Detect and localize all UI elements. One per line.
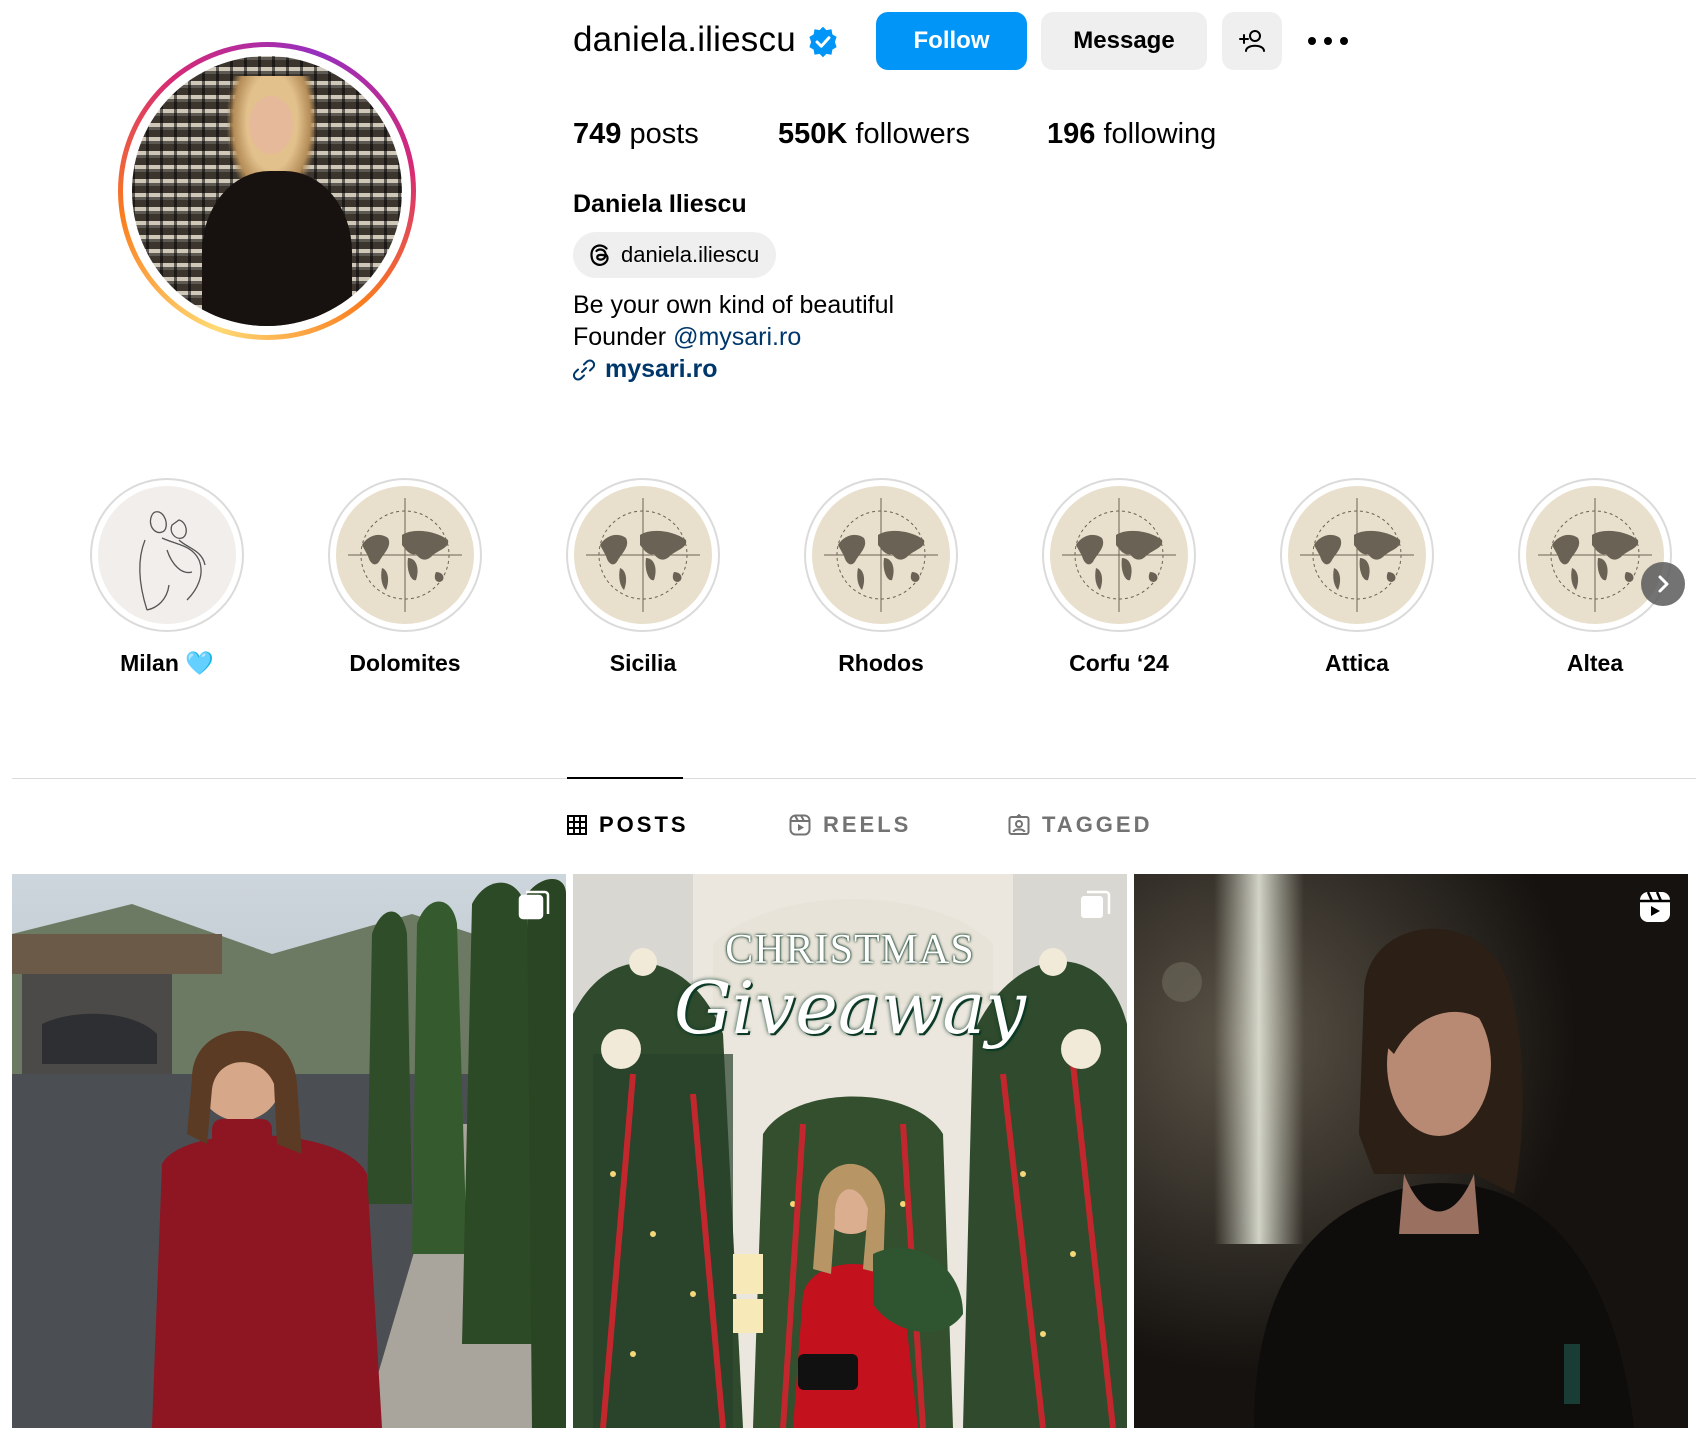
highlights-next-button[interactable] [1641, 562, 1685, 606]
followers-count[interactable]: 550K followers [778, 118, 970, 151]
message-button[interactable]: Message [1041, 12, 1207, 70]
follow-button[interactable]: Follow [876, 12, 1027, 70]
threads-icon [590, 244, 609, 266]
threads-link[interactable]: daniela.iliescu [573, 232, 776, 278]
instagram-profile-page: daniela.iliescu Follow Message 749 posts… [0, 0, 1702, 1432]
suggested-accounts-button[interactable] [1222, 12, 1282, 70]
highlight-label: Attica [1325, 650, 1389, 676]
post-thumbnail[interactable] [1134, 874, 1688, 1428]
world-map-compass-icon [1062, 498, 1176, 612]
tab-reels[interactable]: REELS [789, 812, 911, 838]
world-map-compass-icon [1538, 498, 1652, 612]
post-thumbnail[interactable] [12, 874, 566, 1428]
highlight-item[interactable]: Rhodos [804, 478, 958, 676]
profile-username: daniela.iliescu [573, 20, 796, 59]
world-map-compass-icon [824, 498, 938, 612]
highlight-item[interactable]: Milan 🩵 [90, 478, 244, 676]
highlight-label: Sicilia [609, 650, 677, 676]
profile-avatar-story-ring[interactable] [118, 42, 416, 340]
posts-count: 749 posts [573, 118, 699, 150]
carousel-icon [518, 890, 550, 920]
website-link[interactable]: mysari.ro [573, 355, 718, 384]
tab-tagged[interactable]: TAGGED [1008, 812, 1152, 838]
active-tab-indicator [567, 777, 683, 779]
post-image [12, 874, 566, 1428]
highlight-label: Dolomites [349, 650, 461, 676]
highlight-label: Milan 🩵 [120, 650, 214, 676]
carousel-icon [1081, 890, 1111, 918]
reels-icon [789, 814, 811, 836]
link-icon [573, 359, 595, 380]
highlight-item[interactable]: Sicilia [566, 478, 720, 676]
highlight-item[interactable]: Corfu ‘24 [1042, 478, 1196, 676]
couple-sketch-icon [139, 511, 206, 611]
bio-text: Be your own kind of beautiful [573, 291, 895, 319]
post-image [1134, 874, 1688, 1428]
more-options-icon [1308, 37, 1348, 45]
highlight-item[interactable]: Altea [1518, 478, 1672, 676]
highlight-label: Altea [1566, 650, 1624, 676]
tab-posts[interactable]: POSTS [567, 812, 689, 838]
chevron-right-icon [1658, 575, 1669, 593]
tagged-icon [1008, 814, 1030, 835]
highlight-label: Corfu ‘24 [1069, 650, 1169, 676]
add-user-icon [1239, 30, 1265, 52]
bio-mention-link[interactable]: @mysari.ro [673, 323, 801, 351]
post-overlay-script: Giveaway [674, 966, 1026, 1050]
reel-icon [1640, 891, 1670, 922]
bio-founder-line: Founder @mysari.ro [573, 323, 802, 351]
highlight-item[interactable]: Dolomites [328, 478, 482, 676]
tabs-divider [12, 778, 1696, 779]
grid-icon [567, 815, 587, 835]
more-options-button[interactable] [1300, 12, 1356, 70]
verified-badge-icon [809, 26, 837, 58]
post-thumbnail[interactable]: CHRISTMAS Giveaway [573, 874, 1127, 1428]
following-count[interactable]: 196 following [1047, 118, 1216, 151]
world-map-compass-icon [586, 498, 700, 612]
world-map-compass-icon [1300, 498, 1414, 612]
highlight-label: Rhodos [838, 650, 924, 676]
avatar [132, 56, 402, 326]
highlight-item[interactable]: Attica [1280, 478, 1434, 676]
profile-full-name: Daniela Iliescu [573, 190, 747, 218]
world-map-compass-icon [348, 498, 462, 612]
